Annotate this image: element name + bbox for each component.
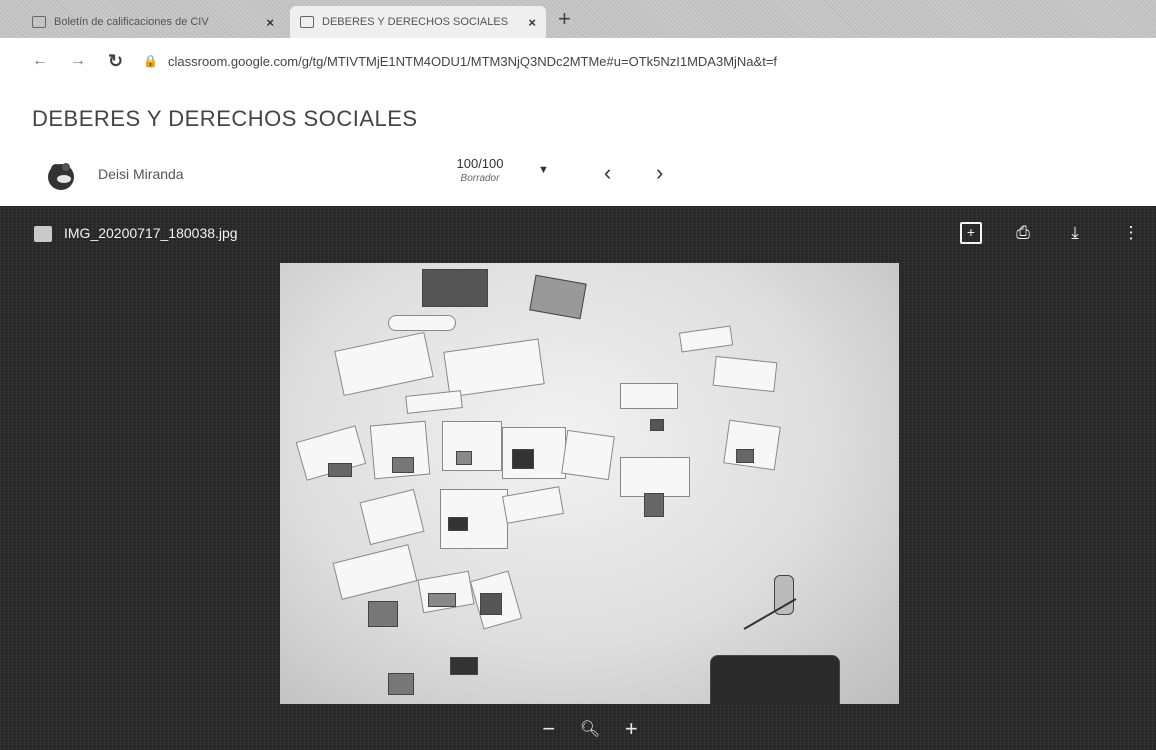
new-tab-button[interactable]: + xyxy=(558,8,571,30)
url-field[interactable]: classroom.google.com/g/tg/MTIVTMjE1NTM4O… xyxy=(168,54,777,69)
classroom-tab-icon xyxy=(300,16,314,28)
student-bar: Deisi Miranda 100/100 Borrador ▼ ‹ › xyxy=(0,150,1156,200)
tab-close-icon[interactable]: × xyxy=(266,15,274,30)
more-vert-icon[interactable]: ⋮ xyxy=(1120,222,1142,244)
browser-tab-strip: Boletín de calificaciones de CIV × DEBER… xyxy=(0,0,1156,38)
tab-deberes[interactable]: DEBERES Y DERECHOS SOCIALES × xyxy=(290,6,546,38)
download-icon[interactable]: ⤓ xyxy=(1064,222,1086,244)
tab-boletin[interactable]: Boletín de calificaciones de CIV × xyxy=(22,6,284,38)
viewer-toolbar: IMG_20200717_180038.jpg + ⎙ ⤓ ⋮ xyxy=(0,206,1156,262)
submitted-photo xyxy=(280,263,899,704)
print-icon[interactable]: ⎙ xyxy=(1012,222,1034,244)
student-name: Deisi Miranda xyxy=(98,166,184,182)
next-student-button[interactable]: › xyxy=(656,160,663,186)
reload-icon[interactable]: ↻ xyxy=(108,51,123,72)
avatar[interactable] xyxy=(44,158,78,192)
classroom-tab-icon xyxy=(32,16,46,28)
previous-student-button[interactable]: ‹ xyxy=(604,160,611,186)
tab-label: DEBERES Y DERECHOS SOCIALES xyxy=(322,16,509,28)
zoom-out-button[interactable]: − xyxy=(542,716,555,742)
zoom-controls: − 🔍︎ + xyxy=(530,714,650,744)
tab-close-icon[interactable]: × xyxy=(528,15,536,30)
add-comment-icon[interactable]: + xyxy=(960,222,982,244)
forward-arrow-icon[interactable]: → xyxy=(70,52,86,70)
file-viewer: IMG_20200717_180038.jpg + ⎙ ⤓ ⋮ − 🔍︎ + xyxy=(0,206,1156,750)
grade-value[interactable]: 100/100 xyxy=(440,156,520,171)
page-title: DEBERES Y DERECHOS SOCIALES xyxy=(32,106,418,131)
back-arrow-icon[interactable]: ← xyxy=(32,52,48,70)
tab-label: Boletín de calificaciones de CIV xyxy=(54,16,209,28)
grade-status: Borrador xyxy=(460,173,500,184)
zoom-in-button[interactable]: + xyxy=(625,716,638,742)
lock-icon[interactable]: 🔒 xyxy=(143,54,158,68)
file-name: IMG_20200717_180038.jpg xyxy=(64,225,238,241)
zoom-icon[interactable]: 🔍︎ xyxy=(580,719,600,739)
address-bar: ← → ↻ 🔒 classroom.google.com/g/tg/MTIVTM… xyxy=(0,44,1156,78)
grade-field[interactable]: 100/100 Borrador xyxy=(440,156,520,184)
chevron-down-icon[interactable]: ▼ xyxy=(538,164,549,176)
image-file-icon xyxy=(34,226,52,242)
